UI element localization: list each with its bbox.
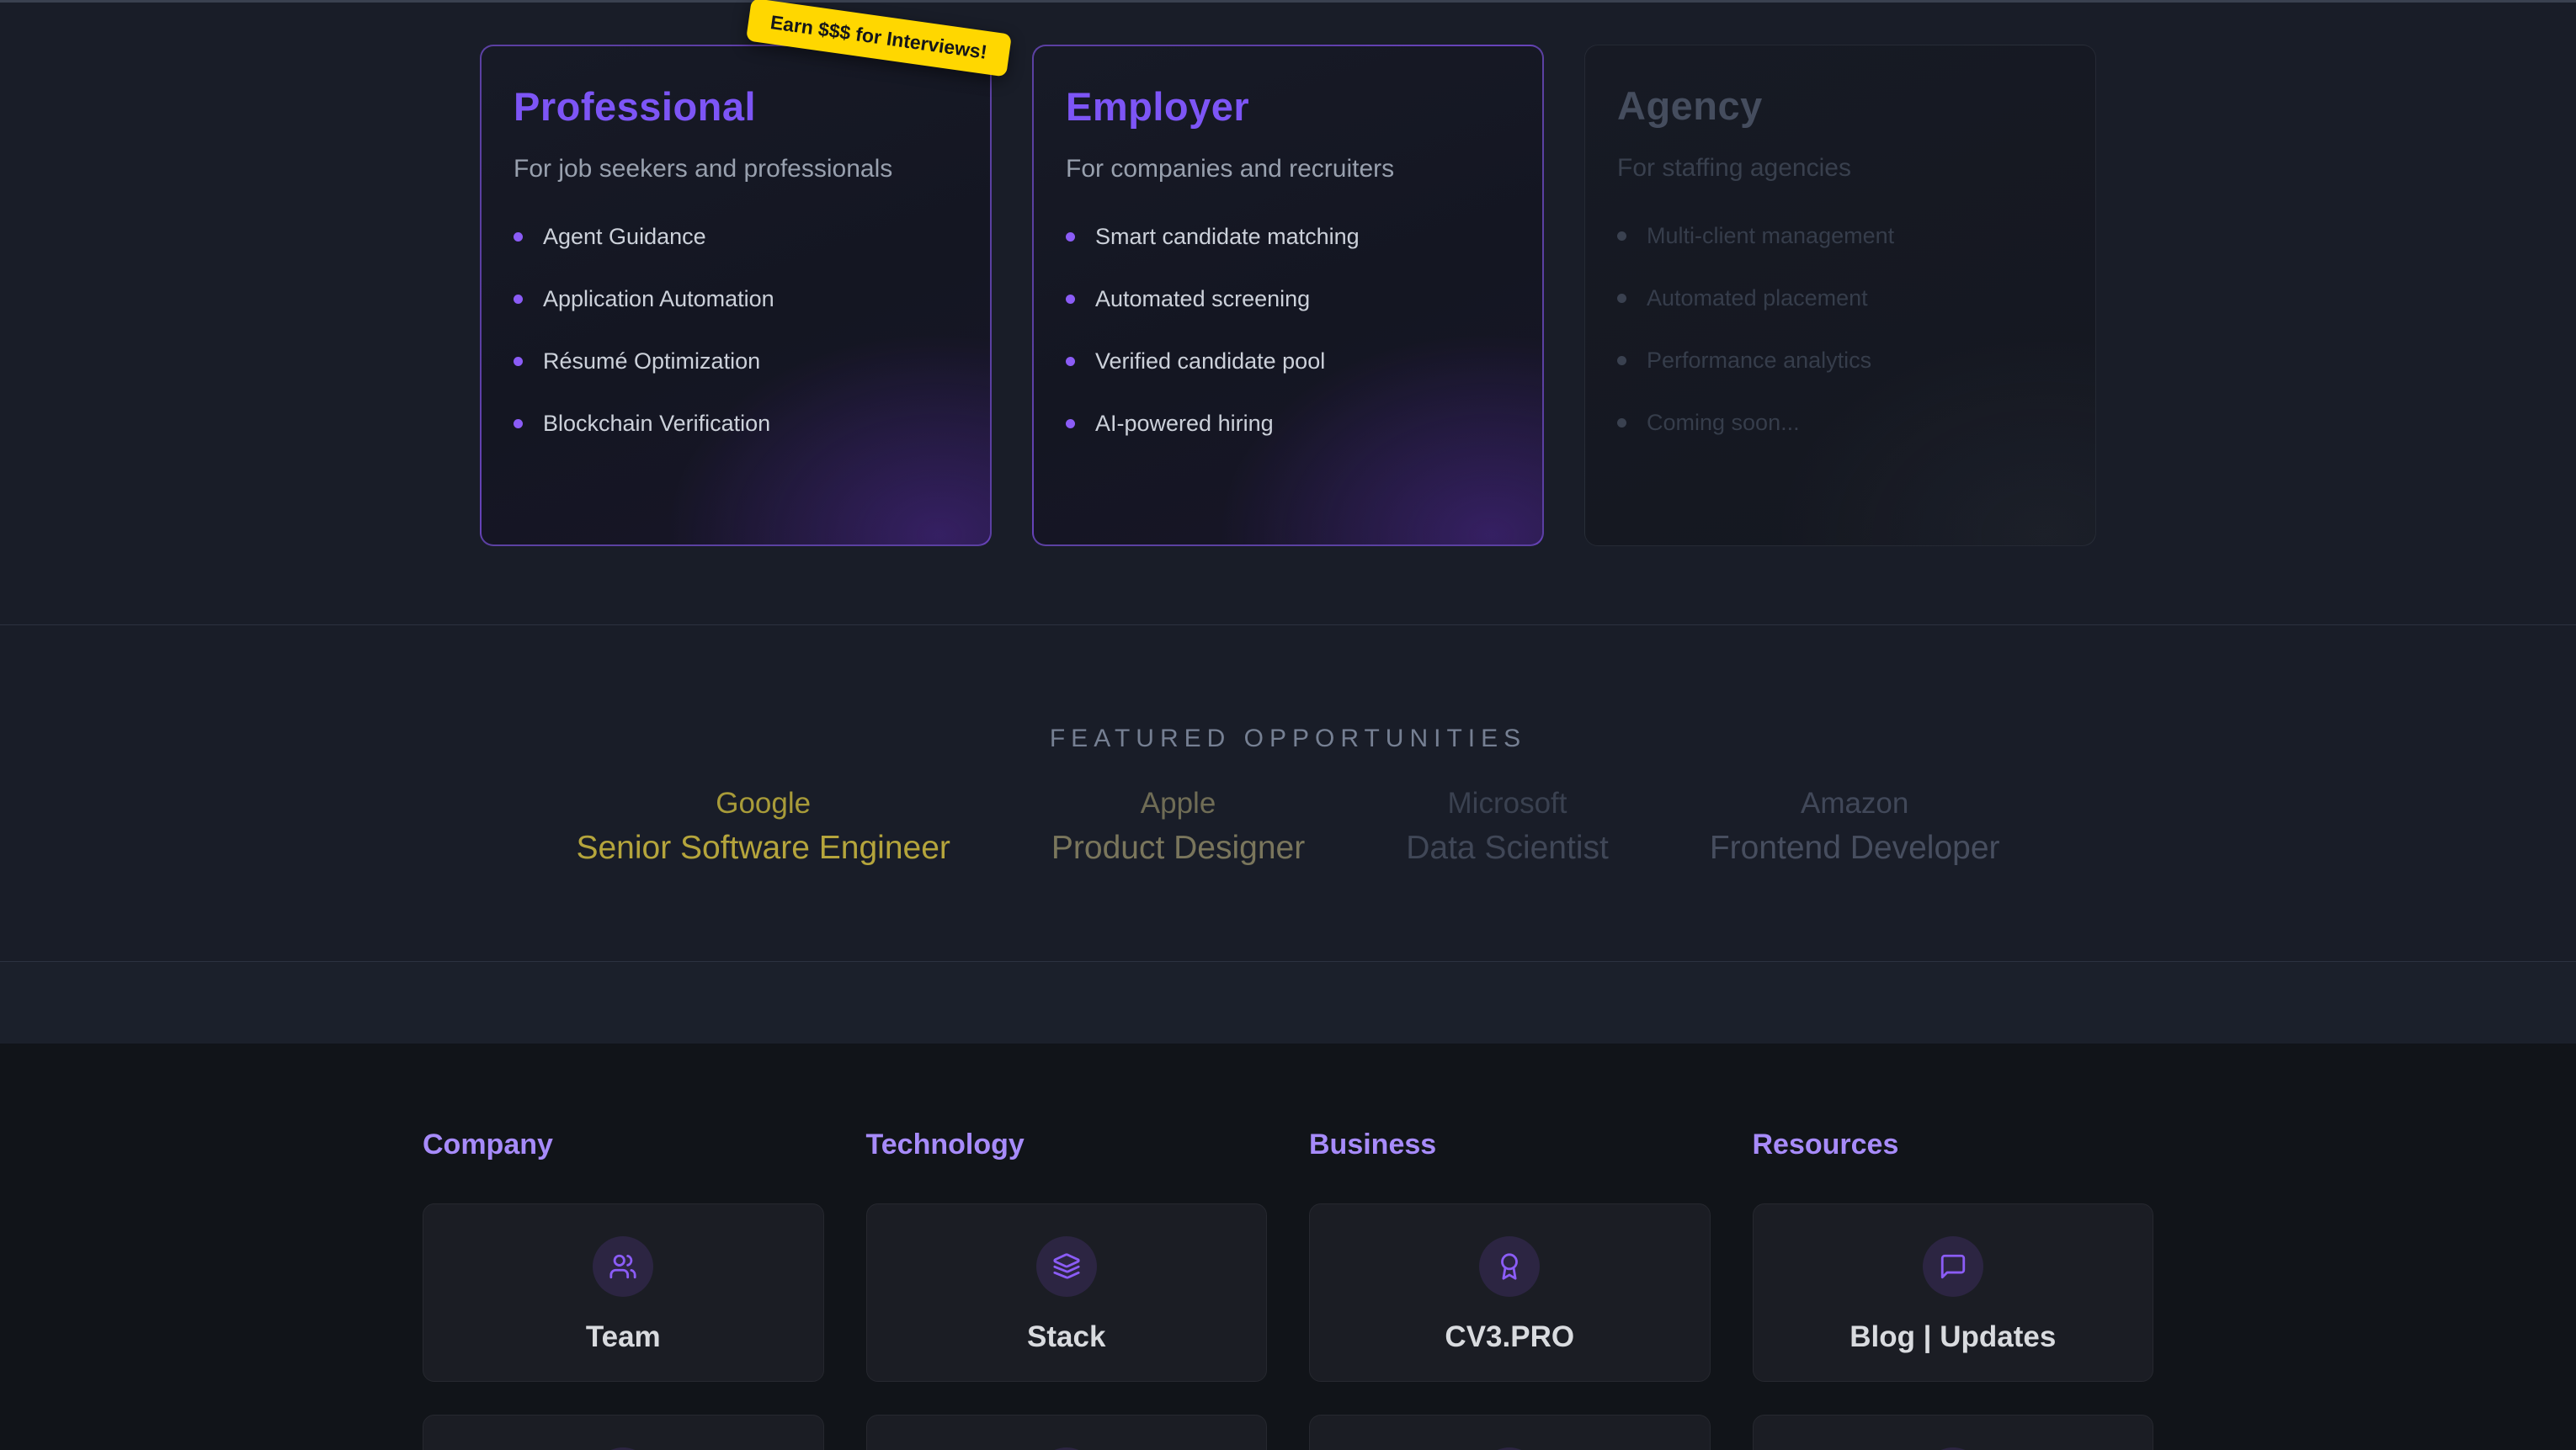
footer-card-stack[interactable]: Stack [866,1203,1268,1382]
footer-card-partial[interactable] [866,1415,1268,1450]
footer-column-technology: Technology Stack [866,1128,1268,1450]
plan-feature: AI-powered hiring [1066,411,1510,436]
plan-card-employer[interactable]: Employer For companies and recruiters Sm… [1032,45,1544,546]
job-role: Product Designer [1051,827,1305,869]
plan-feature: Automated screening [1066,286,1510,311]
footer-section: Company Team Technology Stack [0,1044,2576,1450]
plans-row: Professional For job seekers and profess… [0,3,2576,546]
job-role: Data Scientist [1406,827,1609,869]
plan-feature: Application Automation [514,286,958,311]
plan-card-agency: Agency For staffing agencies Multi-clien… [1584,45,2096,546]
bullet-dot-icon [514,295,523,304]
footer-card-team[interactable]: Team [423,1203,824,1382]
plans-section: Earn $$$ for Interviews! Professional Fo… [0,0,2576,624]
footer-card-label: Blog | Updates [1850,1320,2056,1354]
featured-title: FEATURED OPPORTUNITIES [0,725,2576,753]
featured-job-google[interactable]: Google Senior Software Engineer [576,785,950,869]
plan-feature: Blockchain Verification [514,411,958,436]
footer-card-cv3pro[interactable]: CV3.PRO [1309,1203,1711,1382]
footer-card-label: Stack [1027,1320,1105,1354]
message-icon [1923,1236,1983,1297]
featured-job-amazon[interactable]: Amazon Frontend Developer [1710,785,2000,869]
footer-grid: Company Team Technology Stack [423,1128,2153,1450]
plan-feature: Multi-client management [1617,223,2063,248]
footer-column-business: Business CV3.PRO [1309,1128,1711,1450]
plan-feature: Résumé Optimization [514,348,958,374]
featured-job-microsoft[interactable]: Microsoft Data Scientist [1406,785,1609,869]
job-company: Google [576,785,950,822]
job-company: Apple [1051,785,1305,822]
plan-feature-list: Agent Guidance Application Automation Ré… [514,224,958,436]
plan-feature-list: Multi-client management Automated placem… [1617,223,2063,435]
users-icon [593,1236,653,1297]
job-role: Senior Software Engineer [576,827,950,869]
bullet-dot-icon [1066,419,1075,428]
footer-card-partial[interactable] [1309,1415,1711,1450]
bullet-dot-icon [1617,294,1626,303]
footer-card-label: CV3.PRO [1445,1320,1574,1354]
bullet-dot-icon [1066,232,1075,242]
plan-feature: Performance analytics [1617,348,2063,373]
footer-card-label: Team [586,1320,661,1354]
job-company: Microsoft [1406,785,1609,822]
plan-feature: Smart candidate matching [1066,224,1510,249]
featured-job-apple[interactable]: Apple Product Designer [1051,785,1305,869]
bullet-dot-icon [1066,295,1075,304]
footer-heading: Company [423,1128,824,1161]
plan-title: Employer [1066,83,1510,130]
bullet-dot-icon [514,419,523,428]
bullet-dot-icon [514,232,523,242]
footer-heading: Technology [866,1128,1268,1161]
bullet-dot-icon [1617,356,1626,365]
job-company: Amazon [1710,785,2000,822]
plan-feature-list: Smart candidate matching Automated scree… [1066,224,1510,436]
footer-column-resources: Resources Blog | Updates [1753,1128,2154,1450]
bullet-dot-icon [514,357,523,366]
layers-icon [1036,1236,1097,1297]
footer-card-blog[interactable]: Blog | Updates [1753,1203,2154,1382]
footer-column-company: Company Team [423,1128,824,1450]
job-role: Frontend Developer [1710,827,2000,869]
plan-card-professional[interactable]: Professional For job seekers and profess… [480,45,992,546]
bullet-dot-icon [1617,231,1626,241]
divider-strip [0,961,2576,1044]
plan-title: Agency [1617,82,2063,129]
plan-feature: Coming soon... [1617,410,2063,435]
bullet-dot-icon [1066,357,1075,366]
plan-subtitle: For job seekers and professionals [514,155,958,183]
featured-row: Google Senior Software Engineer Apple Pr… [0,785,2576,869]
footer-card-partial[interactable] [423,1415,824,1450]
plan-feature: Agent Guidance [514,224,958,249]
footer-heading: Business [1309,1128,1711,1161]
footer-card-partial[interactable] [1753,1415,2154,1450]
footer-heading: Resources [1753,1128,2154,1161]
bullet-dot-icon [1617,418,1626,428]
award-icon [1479,1236,1540,1297]
plan-subtitle: For staffing agencies [1617,154,2063,183]
featured-section: FEATURED OPPORTUNITIES Google Senior Sof… [0,624,2576,961]
plan-feature: Automated placement [1617,285,2063,311]
plan-title: Professional [514,83,958,130]
plan-subtitle: For companies and recruiters [1066,155,1510,183]
landing-page: Earn $$$ for Interviews! Professional Fo… [0,0,2576,1450]
plan-feature: Verified candidate pool [1066,348,1510,374]
